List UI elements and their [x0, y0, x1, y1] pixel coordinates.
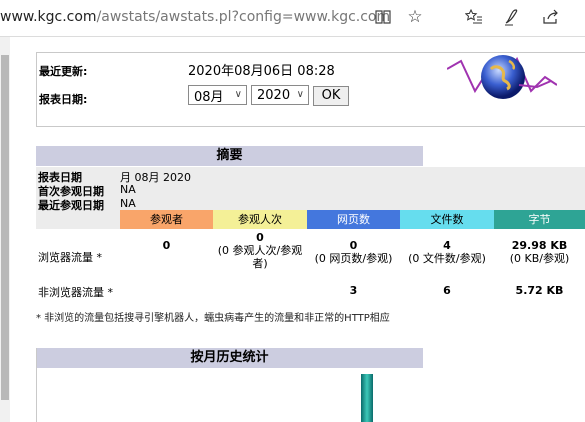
browser-bytes-sub: (0 KB/参观) — [509, 252, 570, 265]
summary-title: 摘要 — [36, 146, 423, 166]
report-date-label: 报表日期: — [39, 93, 88, 106]
column-files: 文件数 — [400, 210, 494, 229]
chevron-down-icon: ∨ — [234, 89, 242, 100]
browser-pages-sub: (0 网页数/参观) — [314, 252, 393, 265]
nonbrowser-traffic-label: 非浏览器流量 * — [38, 286, 113, 299]
column-pages: 网页数 — [307, 210, 400, 229]
update-panel: 最近更新: 2020年08月06日 08:28 报表日期: 08月 ∨ 2020… — [36, 52, 585, 127]
monthly-history-bar — [361, 374, 373, 422]
reading-view-icon[interactable] — [372, 6, 394, 28]
first-visit-value: NA — [120, 183, 136, 196]
year-select[interactable]: 2020 ∨ — [251, 85, 309, 105]
month-select-value: 08月 — [194, 89, 224, 105]
traffic-rows: 浏览器流量 * 0 0 (0 参观人次/参观者) 0 (0 网页数/参观) 4 … — [36, 229, 585, 305]
url-domain: www.kgc.com — [0, 9, 97, 25]
browser-visits-sub: (0 参观人次/参观者) — [217, 244, 303, 270]
url-text[interactable]: www.kgc.com/awstats/awstats.pl?config=ww… — [0, 9, 390, 25]
month-select[interactable]: 08月 ∨ — [188, 85, 247, 105]
favorite-star-icon[interactable]: ☆ — [404, 6, 426, 28]
nonbrowser-pages-value: 3 — [349, 284, 358, 297]
footnote: * 非浏览的流量包括搜寻引擎机器人，蠕虫病毒产生的流量和非正常的HTTP相应 — [36, 313, 390, 324]
browser-pages-value: 0 — [349, 239, 358, 252]
last-update-label: 最近更新: — [39, 65, 88, 78]
browser-address-bar[interactable]: www.kgc.com/awstats/awstats.pl?config=ww… — [0, 0, 585, 37]
chevron-down-icon: ∨ — [296, 89, 304, 100]
browser-files-value: 4 — [443, 239, 451, 252]
browser-files-sub: (0 文件数/参观) — [408, 252, 486, 265]
last-visit-value: NA — [120, 197, 136, 210]
favorites-list-icon[interactable] — [463, 6, 485, 28]
pen-icon[interactable] — [500, 6, 522, 28]
nonbrowser-bytes-value: 5.72 KB — [515, 284, 564, 297]
column-visitors: 参观者 — [120, 210, 213, 229]
share-icon[interactable] — [540, 6, 562, 28]
column-visits: 参观人次 — [213, 210, 307, 229]
last-update-value: 2020年08月06日 08:28 — [188, 64, 335, 79]
monthly-history-panel — [36, 348, 585, 422]
nonbrowser-files-value: 6 — [443, 284, 451, 297]
vertical-scrollbar[interactable] — [0, 37, 10, 422]
browser-visitors-value: 0 — [162, 239, 171, 252]
year-select-value: 2020 — [257, 87, 291, 103]
column-bytes: 字节 — [494, 210, 585, 229]
scrollbar-thumb[interactable] — [1, 55, 9, 400]
browser-bytes-value: 29.98 KB — [511, 239, 568, 252]
url-path: /awstats/awstats.pl?config=www.kgc.com — [96, 9, 391, 25]
browser-traffic-label: 浏览器流量 * — [38, 251, 102, 264]
summary-panel: 报表日期 月 08月 2020 首次参观日期 NA 最近参观日期 NA 参观者 … — [36, 167, 585, 305]
browser-visits-value: 0 — [256, 231, 264, 244]
ok-button[interactable]: OK — [313, 86, 349, 106]
last-visit-label: 最近参观日期 — [38, 199, 104, 212]
page-content: 最近更新: 2020年08月06日 08:28 报表日期: 08月 ∨ 2020… — [0, 37, 585, 422]
awstats-logo — [447, 55, 557, 99]
